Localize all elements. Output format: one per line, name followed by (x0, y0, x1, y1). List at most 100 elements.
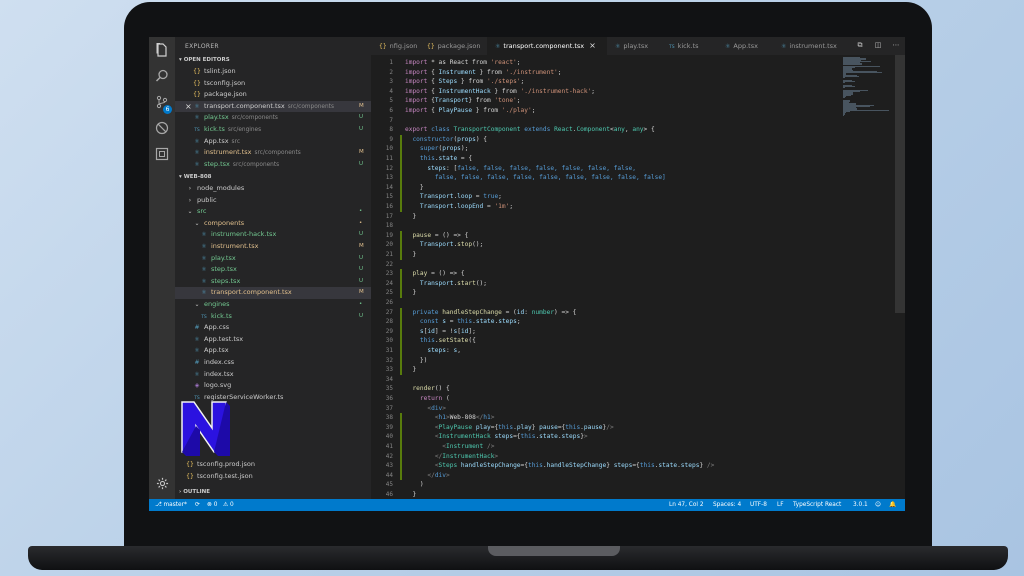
file-type-icon: ⚛ (781, 43, 787, 50)
outline-label: OUTLINE (183, 489, 210, 495)
code-editor[interactable]: 1 2 3 4 5 6 7 8 9 10 11 12 13 14 15 16 17 18 19 20 21 22 23 24 2… (371, 55, 905, 499)
minimap-line (843, 85, 856, 88)
gear-icon[interactable] (154, 477, 170, 493)
file-row[interactable]: ⚛ transport.component.tsx src/components M (175, 100, 371, 113)
code-token: steps (680, 462, 700, 470)
file-row[interactable]: › public (175, 195, 371, 207)
file-row[interactable]: ⚛ instrument-hack.tsx U (175, 229, 371, 241)
files-icon[interactable] (154, 43, 170, 59)
file-row[interactable]: ⚛ instrument.tsx M (175, 241, 371, 253)
file-row[interactable]: ⚛ step.tsx src/components U (175, 159, 371, 171)
file-name: index.tsx (204, 369, 234, 378)
file-row[interactable]: # index.css (175, 357, 371, 369)
code-token: any (632, 126, 644, 134)
ts-version[interactable]: 3.0.1 (853, 499, 868, 511)
source-control-icon[interactable]: 6 (154, 95, 172, 114)
file-row[interactable]: ⚛ play.tsx U (175, 253, 371, 265)
code-line: ) (405, 480, 424, 490)
close-icon[interactable]: × (589, 41, 596, 50)
code-token: steps (498, 318, 517, 326)
language-mode[interactable]: TypeScript React (793, 499, 841, 511)
file-row[interactable]: ⌄ src • (175, 206, 371, 218)
tab-nfig-json[interactable]: {} nfig.json (371, 37, 419, 55)
file-row[interactable]: TS kick.ts U (175, 311, 371, 323)
encoding[interactable]: UTF-8 (750, 499, 767, 511)
split-editor-icon[interactable]: ◫ (873, 41, 883, 51)
file-row[interactable]: {} package.json (175, 89, 371, 101)
code-token: './steps' (487, 78, 521, 86)
file-row[interactable]: › node_modules (175, 183, 371, 195)
file-row[interactable]: ⚛ index.tsx (175, 369, 371, 381)
warnings-count[interactable]: ⚠ 0 (223, 499, 234, 511)
change-marker (400, 269, 402, 279)
project-header[interactable]: ▾ WEB-808 (175, 172, 371, 182)
tab-App-tsx[interactable]: ⚛ App.tsx (717, 37, 773, 55)
file-row[interactable]: ⚛ instrument.tsx src/components M (175, 147, 371, 159)
tab-play-tsx[interactable]: ⚛ play.tsx (607, 37, 661, 55)
line-number: 19 (385, 231, 393, 239)
tab-label: instrument.tsx (789, 42, 837, 50)
file-name: tsconfig.test.json (197, 471, 253, 480)
tab-kick-ts[interactable]: TS kick.ts (661, 37, 717, 55)
file-type-icon: ⚛ (194, 114, 200, 122)
code-line: import * as React from 'react'; (405, 58, 521, 68)
more-actions-icon[interactable]: ⋯ (891, 41, 901, 51)
errors-count[interactable]: ⊗ 0 (207, 499, 217, 511)
line-number: 18 (385, 222, 393, 230)
tab-instrument-tsx[interactable]: ⚛ instrument.tsx (773, 37, 841, 55)
open-editors-header[interactable]: ▾ OPEN EDITORS (175, 55, 371, 65)
git-branch[interactable]: ⎇ master* (155, 499, 187, 511)
file-name: instrument.tsx (211, 242, 259, 250)
search-icon[interactable] (154, 69, 170, 85)
code-token: ; (520, 78, 525, 86)
file-type-icon: ⚛ (194, 335, 200, 343)
file-row[interactable]: ⚛ step.tsx U (175, 264, 371, 276)
editor-scrollbar[interactable] (895, 55, 905, 313)
tab-package-json[interactable]: {} package.json (419, 37, 487, 55)
minimap[interactable] (843, 57, 897, 117)
feedback-icon[interactable]: ☺ (875, 499, 881, 511)
file-type-icon: {} (379, 43, 387, 50)
git-status-badge: M (359, 149, 364, 156)
close-icon[interactable]: × (185, 101, 192, 113)
line-number: 38 (385, 414, 393, 422)
file-row[interactable]: {} tsconfig.prod.json (175, 459, 371, 471)
file-row[interactable]: ⌄ components • (175, 218, 371, 230)
file-type-icon: ⚛ (201, 266, 207, 274)
sync-icon[interactable]: ⟳ (195, 499, 200, 511)
tab-transport-component-tsx[interactable]: ⚛ transport.component.tsx × (487, 37, 607, 55)
file-row[interactable]: ⚛ steps.tsx U (175, 276, 371, 288)
cursor-position[interactable]: Ln 47, Col 2 (669, 499, 704, 511)
git-status-badge: U (359, 114, 364, 121)
file-type-icon: ⚛ (201, 231, 207, 239)
file-row[interactable]: {} tslint.json (175, 66, 371, 78)
file-row[interactable]: ⚛ transport.component.tsx M (175, 287, 371, 299)
code-token: ]; (468, 327, 476, 335)
line-number: 12 (385, 164, 393, 172)
file-row[interactable]: ⌄ engines • (175, 299, 371, 311)
indentation[interactable]: Spaces: 4 (713, 499, 741, 511)
file-path: src/engines (227, 127, 262, 133)
git-status-badge: U (359, 160, 364, 167)
file-row[interactable]: ⚛ App.tsx (175, 345, 371, 357)
open-changes-icon[interactable]: ⧉ (855, 41, 865, 51)
extensions-icon[interactable] (154, 147, 170, 163)
outline-header[interactable]: › OUTLINE (175, 487, 371, 497)
line-ending[interactable]: LF (777, 499, 784, 511)
file-row[interactable]: {} tsconfig.json (175, 78, 371, 90)
debug-icon[interactable] (154, 121, 170, 137)
code-token: InstrumentHack (438, 433, 491, 441)
file-row[interactable]: ⚛ play.tsx src/components U (175, 112, 371, 124)
code-token: Instrument (438, 68, 476, 76)
file-row[interactable]: ⚛ App.tsx src (175, 136, 371, 148)
file-row[interactable]: ◈ logo.svg (175, 380, 371, 392)
code-token: Transport (419, 279, 454, 287)
file-row[interactable]: ⚛ App.test.tsx (175, 334, 371, 346)
file-row[interactable]: # App.css (175, 322, 371, 334)
file-row[interactable]: TS kick.ts src/engines U (175, 124, 371, 136)
file-type-icon: ⚛ (201, 254, 207, 262)
bell-icon[interactable]: 🔔 (889, 499, 896, 511)
file-row[interactable]: {} tsconfig.test.json (175, 471, 371, 483)
